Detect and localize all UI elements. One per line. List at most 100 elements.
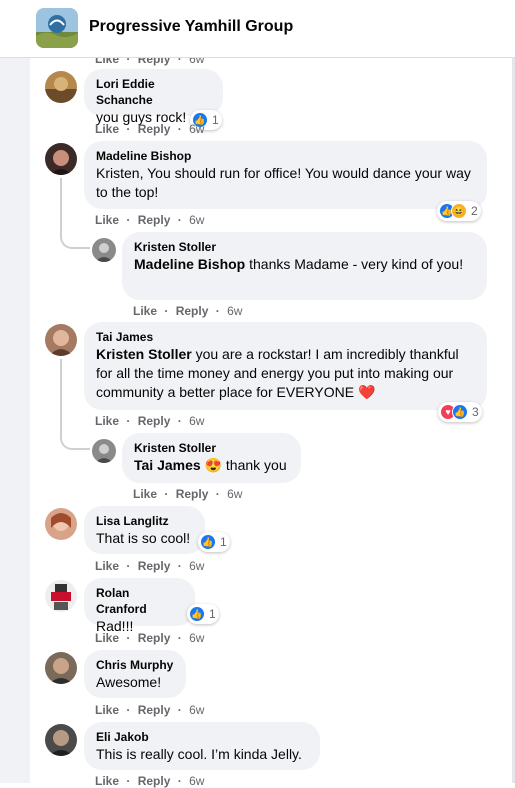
group-header: Progressive Yamhill Group [0, 0, 515, 58]
avatar[interactable] [45, 508, 77, 540]
separator: · [164, 304, 169, 318]
comment-text: Kristen, You should run for office! You … [96, 165, 471, 200]
avatar[interactable] [92, 238, 116, 262]
comment-actions: Like · Reply · 6w [95, 631, 208, 645]
avatar[interactable] [45, 652, 77, 684]
separator: · [215, 487, 220, 501]
reply-link[interactable]: Reply [176, 487, 209, 501]
thread-line [60, 359, 62, 434]
comment-bubble: Chris Murphy Awesome! [84, 650, 186, 698]
comment-bubble: Lori Eddie Schanche you guys rock! [84, 69, 223, 125]
separator: · [177, 414, 182, 428]
comment-bubble: Eli Jakob This is really cool. I’m kinda… [84, 722, 320, 770]
timestamp[interactable]: 6w [189, 774, 204, 788]
separator: · [177, 213, 182, 227]
reply-link[interactable]: Reply [138, 122, 171, 136]
reply-text: thanks Madame - very kind of you! [245, 256, 464, 272]
like-link[interactable]: Like [95, 122, 119, 136]
separator: · [126, 559, 131, 573]
separator: · [177, 703, 182, 717]
like-link[interactable]: Like [95, 414, 119, 428]
separator: · [126, 122, 131, 136]
separator: · [177, 631, 182, 645]
group-name[interactable]: Progressive Yamhill Group [89, 18, 293, 36]
comment-bubble: Rolan Cranford Rad!!! [84, 578, 195, 634]
comment-author[interactable]: Eli Jakob [96, 729, 308, 745]
comment-text: Kristen Stoller you are a rockstar! I am… [96, 345, 475, 402]
avatar[interactable] [45, 580, 77, 612]
timestamp[interactable]: 6w [227, 487, 242, 501]
comment-bubble: Madeline Bishop Kristen, You should run … [84, 141, 487, 209]
reply-link[interactable]: Reply [138, 559, 171, 573]
reaction-summary[interactable]: 👍 😆 2 [437, 201, 481, 221]
laughing-face-icon: 😆 [451, 203, 467, 219]
comment-text: Awesome! [96, 674, 162, 690]
reaction-count: 3 [472, 405, 479, 419]
reply-link[interactable]: Reply [138, 703, 171, 717]
avatar[interactable] [45, 724, 77, 756]
reply-link[interactable]: Reply [138, 414, 171, 428]
comment-actions: Like · Reply · 6w [133, 487, 246, 501]
like-link[interactable]: Like [95, 703, 119, 717]
avatar[interactable] [45, 143, 77, 175]
reaction-summary[interactable]: 👍 1 [198, 532, 230, 552]
avatar[interactable] [45, 71, 77, 103]
like-link[interactable]: Like [95, 213, 119, 227]
comment-author[interactable]: Lisa Langlitz [96, 513, 193, 529]
timestamp[interactable]: 6w [189, 703, 204, 717]
comment-author[interactable]: Tai James [96, 329, 475, 345]
reply-link[interactable]: Reply [138, 774, 171, 788]
reaction-count: 1 [220, 535, 227, 549]
separator: · [126, 703, 131, 717]
comment-actions: Like · Reply · 6w [95, 122, 208, 136]
timestamp[interactable]: 6w [189, 559, 204, 573]
reply-link[interactable]: Reply [138, 213, 171, 227]
comment-actions: Like · Reply · 6w [95, 559, 208, 573]
comment-text: Madeline Bishop thanks Madame - very kin… [134, 255, 475, 274]
like-link[interactable]: Like [95, 631, 119, 645]
separator: · [177, 774, 182, 788]
thumbs-up-icon: 👍 [452, 404, 468, 420]
comment-actions: Like · Reply · 6w [95, 703, 208, 717]
mention-link[interactable]: Tai James [134, 457, 201, 473]
reply-bubble: Kristen Stoller Tai James 😍 thank you [122, 433, 301, 483]
comment-author[interactable]: Chris Murphy [96, 657, 174, 673]
reply-link[interactable]: Reply [176, 304, 209, 318]
timestamp[interactable]: 6w [189, 414, 204, 428]
timestamp[interactable]: 6w [189, 122, 204, 136]
reply-link[interactable]: Reply [138, 631, 171, 645]
comment-text: That is so cool! [96, 530, 191, 546]
timestamp[interactable]: 6w [227, 304, 242, 318]
reaction-summary[interactable]: ♥ 👍 3 [438, 402, 482, 422]
like-link[interactable]: Like [95, 774, 119, 788]
reply-text: thank you [222, 457, 287, 473]
comment-author[interactable]: Kristen Stoller [134, 440, 289, 456]
like-link[interactable]: Like [133, 487, 157, 501]
separator: · [177, 559, 182, 573]
mention-link[interactable]: Kristen Stoller [96, 346, 192, 362]
thumbs-up-icon: 👍 [189, 606, 205, 622]
separator: · [215, 304, 220, 318]
comment-actions: Like · Reply · 6w [95, 414, 208, 428]
reaction-summary[interactable]: 👍 1 [187, 604, 219, 624]
comment-bubble: Tai James Kristen Stoller you are a rock… [84, 322, 487, 410]
comment-author[interactable]: Rolan Cranford [96, 585, 183, 617]
like-link[interactable]: Like [133, 304, 157, 318]
comment-author[interactable]: Lori Eddie Schanche [96, 76, 211, 108]
comment-actions: Like · Reply · 6w [133, 304, 246, 318]
comment-text: Tai James 😍 thank you [134, 456, 289, 475]
thread-connector [60, 225, 90, 249]
avatar[interactable] [45, 324, 77, 356]
timestamp[interactable]: 6w [189, 631, 204, 645]
comment-author[interactable]: Kristen Stoller [134, 239, 475, 255]
reaction-count: 1 [212, 113, 219, 127]
group-photo[interactable] [36, 8, 78, 48]
mention-link[interactable]: Madeline Bishop [134, 256, 245, 272]
separator: · [177, 122, 182, 136]
like-link[interactable]: Like [95, 559, 119, 573]
avatar[interactable] [92, 439, 116, 463]
separator: · [126, 631, 131, 645]
comment-author[interactable]: Madeline Bishop [96, 148, 475, 164]
comment-actions: Like · Reply · 6w [95, 213, 208, 227]
timestamp[interactable]: 6w [189, 213, 204, 227]
